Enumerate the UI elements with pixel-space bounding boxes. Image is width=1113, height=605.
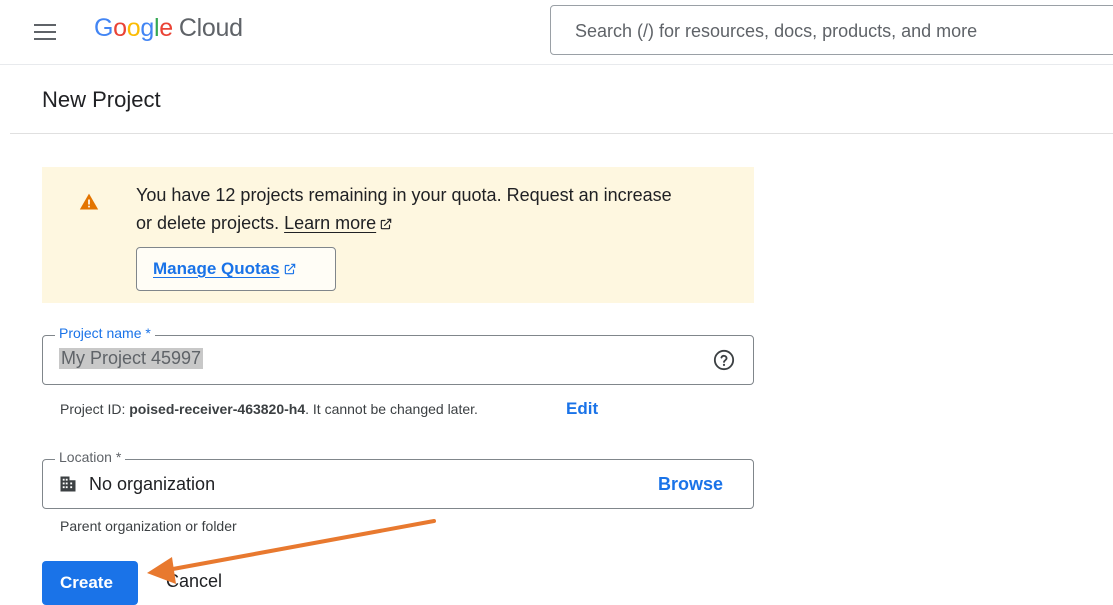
project-name-field[interactable]: Project name * My Project 45997: [42, 325, 754, 385]
project-id-value: poised-receiver-463820-h4: [129, 401, 306, 417]
top-bar: Google Cloud Search (/) for resources, do…: [0, 0, 1113, 65]
cancel-button[interactable]: Cancel: [166, 571, 222, 592]
search-placeholder: Search (/) for resources, docs, products…: [575, 21, 978, 41]
help-circle-icon[interactable]: [713, 349, 735, 371]
browse-button[interactable]: Browse: [658, 474, 723, 495]
hamburger-menu-icon[interactable]: [34, 24, 56, 40]
quota-banner: You have 12 projects remaining in your q…: [42, 167, 754, 303]
location-value: No organization: [89, 474, 216, 494]
create-button[interactable]: Create: [42, 561, 138, 605]
quota-message-line2: or delete projects.: [136, 213, 280, 233]
external-link-icon: [284, 263, 295, 275]
location-field[interactable]: Location * No organization Browse: [42, 449, 754, 509]
project-id-hint: Project ID: poised-receiver-463820-h4. I…: [60, 401, 478, 417]
external-link-icon: [380, 218, 392, 230]
quota-message: You have 12 projects remaining in your q…: [136, 181, 736, 237]
learn-more-link[interactable]: Learn more: [284, 213, 376, 233]
edit-project-id-link[interactable]: Edit: [566, 399, 598, 419]
location-label: Location *: [55, 449, 126, 465]
manage-quotas-button[interactable]: Manage Quotas: [136, 247, 336, 291]
quota-message-line1: You have 12 projects remaining in your q…: [136, 185, 672, 205]
project-name-value[interactable]: My Project 45997: [59, 348, 204, 369]
project-name-label: Project name *: [55, 325, 155, 341]
page-title: New Project: [42, 87, 161, 112]
search-input[interactable]: Search (/) for resources, docs, products…: [550, 5, 1113, 55]
location-hint: Parent organization or folder: [60, 518, 237, 534]
project-id-suffix: . It cannot be changed later.: [305, 401, 478, 417]
project-id-prefix: Project ID:: [60, 401, 130, 417]
google-cloud-logo[interactable]: Google Cloud: [94, 14, 243, 43]
warning-icon: [79, 193, 99, 210]
manage-quotas-label: Manage Quotas: [153, 259, 280, 278]
page-header: New Project: [10, 65, 1113, 134]
building-icon: [60, 476, 76, 492]
create-button-label: Create: [60, 573, 113, 592]
